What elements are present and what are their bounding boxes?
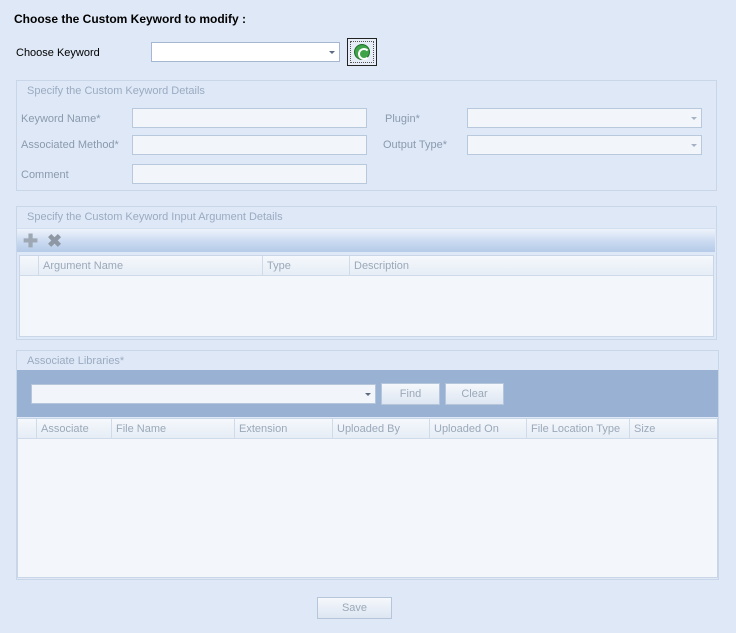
arguments-title: Specify the Custom Keyword Input Argumen… — [27, 211, 283, 223]
refresh-button[interactable] — [347, 38, 377, 66]
column-header[interactable]: Size — [629, 419, 655, 439]
comment-input[interactable] — [132, 164, 367, 184]
column-header[interactable]: Type — [262, 256, 291, 276]
arguments-grid-header: Argument Name Type Description — [20, 256, 713, 276]
keyword-name-input[interactable] — [132, 108, 367, 128]
row-selector-column — [20, 256, 38, 276]
row-selector-column — [18, 419, 36, 439]
keyword-name-label: Keyword Name* — [21, 113, 101, 125]
page-title: Choose the Custom Keyword to modify : — [14, 12, 247, 26]
column-header[interactable]: Associate — [36, 419, 89, 439]
column-header[interactable]: File Name — [111, 419, 166, 439]
refresh-icon — [354, 44, 370, 60]
column-header[interactable]: Argument Name — [38, 256, 123, 276]
libraries-search-bar: Find Clear — [17, 370, 718, 417]
column-header[interactable]: Extension — [234, 419, 287, 439]
chevron-down-icon — [691, 117, 697, 120]
add-icon[interactable]: ✚ — [23, 232, 38, 250]
arguments-toolbar: ✚ ✖ — [17, 228, 715, 252]
plugin-dropdown[interactable] — [467, 108, 702, 128]
chevron-down-icon — [329, 51, 335, 54]
plugin-label: Plugin* — [385, 113, 420, 125]
associated-method-label: Associated Method* — [21, 139, 119, 151]
chevron-down-icon — [691, 144, 697, 147]
chevron-down-icon — [365, 393, 371, 396]
column-header[interactable]: File Location Type — [526, 419, 620, 439]
keyword-details-title: Specify the Custom Keyword Details — [27, 85, 205, 97]
associated-method-input[interactable] — [132, 135, 367, 155]
output-type-dropdown[interactable] — [467, 135, 702, 155]
library-dropdown[interactable] — [31, 384, 376, 404]
libraries-grid: Associate File Name Extension Uploaded B… — [17, 418, 718, 578]
arguments-grid: Argument Name Type Description — [19, 255, 714, 337]
delete-icon[interactable]: ✖ — [47, 232, 62, 250]
choose-keyword-label: Choose Keyword — [16, 47, 100, 59]
clear-button[interactable]: Clear — [445, 383, 504, 405]
column-header[interactable]: Description — [349, 256, 409, 276]
output-type-label: Output Type* — [383, 139, 448, 151]
find-button[interactable]: Find — [381, 383, 440, 405]
choose-keyword-dropdown[interactable] — [151, 42, 340, 62]
column-header[interactable]: Uploaded On — [429, 419, 499, 439]
save-button[interactable]: Save — [317, 597, 392, 619]
libraries-grid-header: Associate File Name Extension Uploaded B… — [18, 419, 717, 439]
comment-label: Comment — [21, 169, 69, 181]
libraries-title: Associate Libraries* — [27, 355, 125, 367]
column-header[interactable]: Uploaded By — [332, 419, 400, 439]
